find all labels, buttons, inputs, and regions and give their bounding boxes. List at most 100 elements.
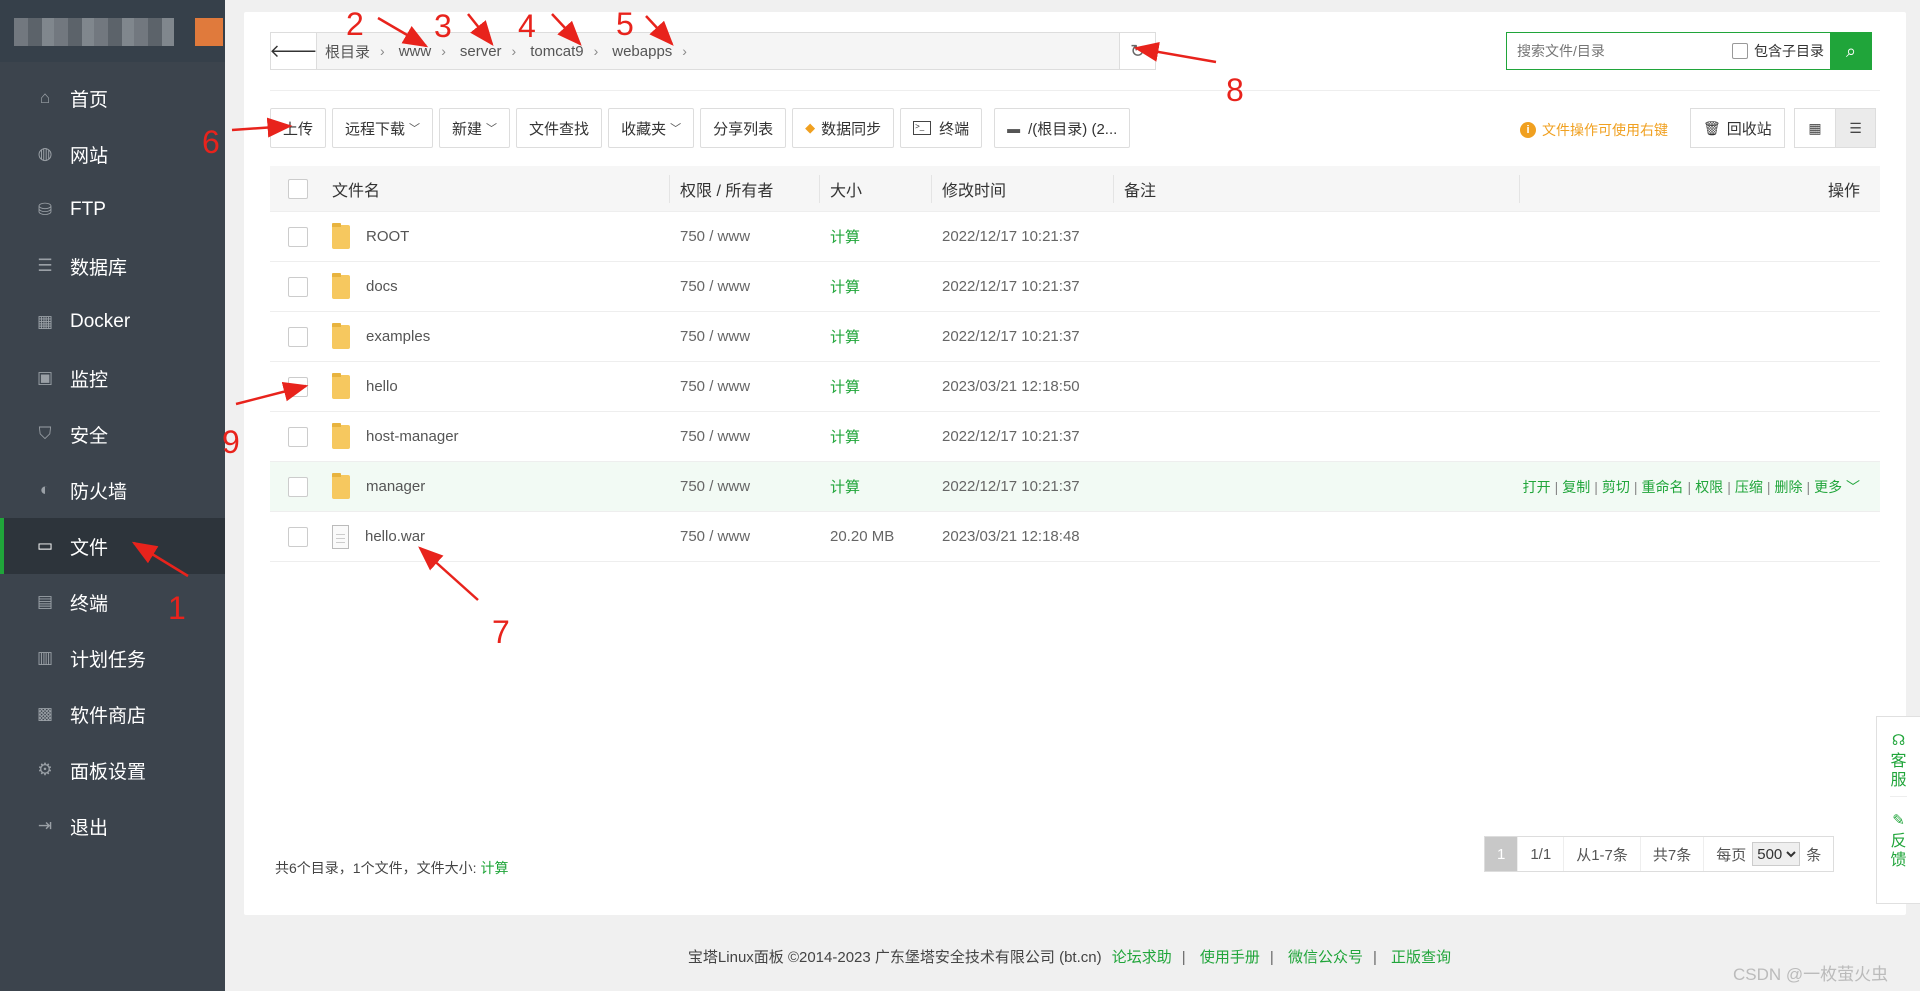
calc-size-link[interactable]: 计算 bbox=[480, 860, 508, 876]
sidebar-item-settings[interactable]: ⚙ 面板设置 bbox=[0, 742, 225, 798]
data-sync-button[interactable]: ◆ 数据同步 bbox=[792, 108, 895, 148]
summary-text: 共6个目录，1个文件，文件大小: bbox=[275, 860, 477, 876]
new-button[interactable]: 新建 ﹀ bbox=[439, 108, 511, 148]
perm-cell[interactable]: 750 / www bbox=[670, 328, 820, 345]
perm-cell[interactable]: 750 / www bbox=[670, 378, 820, 395]
sidebar-item-website[interactable]: ◍ 网站 bbox=[0, 126, 225, 182]
disk-path-button[interactable]: ▬ /(根目录) (2... bbox=[994, 108, 1131, 148]
perm-cell[interactable]: 750 / www bbox=[670, 528, 820, 545]
forum-link[interactable]: 论坛求助 bbox=[1112, 949, 1172, 966]
sidebar-item-security[interactable]: ⛉ 安全 bbox=[0, 406, 225, 462]
table-row[interactable]: host-manager 750 / www 计算 2022/12/17 10:21:… bbox=[270, 412, 1880, 462]
row-op-link[interactable]: 重命名 bbox=[1642, 479, 1684, 495]
row-op-link[interactable]: 删除 bbox=[1774, 479, 1802, 495]
size-cell[interactable]: 计算 bbox=[820, 476, 932, 497]
list-view-button[interactable]: ☰ bbox=[1835, 109, 1875, 147]
perm-cell[interactable]: 750 / www bbox=[670, 478, 820, 495]
perm-cell[interactable]: 750 / www bbox=[670, 228, 820, 245]
terminal-button[interactable]: >_ 终端 bbox=[900, 108, 983, 148]
sidebar-item-cron[interactable]: ▥ 计划任务 bbox=[0, 630, 225, 686]
file-name[interactable]: hello.war bbox=[365, 528, 425, 545]
row-checkbox[interactable] bbox=[288, 276, 308, 297]
size-cell[interactable]: 计算 bbox=[820, 276, 932, 297]
sidebar-item-terminal[interactable]: ▤ 终端 bbox=[0, 574, 225, 630]
row-op-link[interactable]: 复制 bbox=[1562, 479, 1590, 495]
sidebar-item-store[interactable]: ▩ 软件商店 bbox=[0, 686, 225, 742]
size-cell[interactable]: 计算 bbox=[820, 426, 932, 447]
sidebar-item-firewall[interactable]: ◐ 防火墙 bbox=[0, 462, 225, 518]
table-row[interactable]: manager 750 / www 计算 2022/12/17 10:21:37 打开 |… bbox=[270, 462, 1880, 512]
header-name[interactable]: 文件名 bbox=[326, 174, 670, 203]
perm-cell[interactable]: 750 / www bbox=[670, 428, 820, 445]
breadcrumb-item[interactable]: www bbox=[399, 43, 432, 60]
perm-cell[interactable]: 750 / www bbox=[670, 278, 820, 295]
file-name[interactable]: hello bbox=[366, 378, 398, 395]
row-op-link[interactable]: 打开 bbox=[1523, 479, 1551, 495]
time-cell: 2022/12/17 10:21:37 bbox=[942, 278, 1080, 295]
row-op-link[interactable]: 剪切 bbox=[1602, 479, 1630, 495]
favorites-button[interactable]: 收藏夹 ﹀ bbox=[608, 108, 695, 148]
size-cell[interactable]: 计算 bbox=[820, 376, 932, 397]
checkbox[interactable] bbox=[1732, 43, 1748, 59]
breadcrumb-item[interactable]: 根目录 bbox=[325, 41, 370, 62]
refresh-button[interactable]: ↻ bbox=[1119, 33, 1155, 69]
breadcrumb-item[interactable]: webapps bbox=[612, 43, 672, 60]
size-cell[interactable]: 计算 bbox=[820, 326, 932, 347]
sidebar-item-ftp[interactable]: ⛁ FTP bbox=[0, 182, 225, 238]
sidebar-item-docker[interactable]: ▦ Docker bbox=[0, 294, 225, 350]
license-check-link[interactable]: 正版查询 bbox=[1391, 949, 1451, 966]
table-row[interactable]: examples 750 / www 计算 2022/12/17 10:21:37 bbox=[270, 312, 1880, 362]
per-page-select[interactable]: 500 bbox=[1752, 842, 1801, 866]
row-op-link[interactable]: 压缩 bbox=[1735, 479, 1763, 495]
table-row[interactable]: docs 750 / www 计算 2022/12/17 10:21:37 bbox=[270, 262, 1880, 312]
table-row[interactable]: hello.war 750 / www 20.20 MB 2023/03/21 12:… bbox=[270, 512, 1880, 562]
table-row[interactable]: hello 750 / www 计算 2023/03/21 12:18:50 bbox=[270, 362, 1880, 412]
sidebar-item-label: 终端 bbox=[70, 593, 109, 615]
table-row[interactable]: ROOT 750 / www 计算 2022/12/17 10:21:37 bbox=[270, 212, 1880, 262]
file-name[interactable]: manager bbox=[366, 478, 425, 495]
search-icon: ⌕ bbox=[1845, 40, 1857, 61]
row-check-cell bbox=[270, 276, 326, 297]
file-name[interactable]: examples bbox=[366, 328, 430, 345]
share-list-button[interactable]: 分享列表 bbox=[700, 108, 787, 148]
wechat-link[interactable]: 微信公众号 bbox=[1288, 949, 1363, 966]
row-checkbox[interactable] bbox=[288, 326, 308, 347]
file-name[interactable]: docs bbox=[366, 278, 398, 295]
breadcrumb-item[interactable]: tomcat9 bbox=[530, 43, 583, 60]
file-name[interactable]: ROOT bbox=[366, 228, 409, 245]
back-button[interactable]: 🡐 bbox=[269, 33, 318, 69]
recycle-bin-button[interactable]: 🗑 回收站 bbox=[1690, 108, 1785, 148]
search-input[interactable] bbox=[1507, 33, 1732, 69]
manual-link[interactable]: 使用手册 bbox=[1200, 949, 1260, 966]
header-perm[interactable]: 权限 / 所有者 bbox=[670, 174, 820, 203]
sidebar-item-monitor[interactable]: ▣ 监控 bbox=[0, 350, 225, 406]
sidebar-item-files[interactable]: ▭ 文件 bbox=[0, 518, 225, 574]
upload-button[interactable]: 上传 bbox=[270, 108, 327, 148]
search-button[interactable]: ⌕ bbox=[1830, 32, 1872, 70]
file-name[interactable]: host-manager bbox=[366, 428, 459, 445]
find-file-button[interactable]: 文件查找 bbox=[516, 108, 603, 148]
row-checkbox[interactable] bbox=[288, 426, 308, 447]
sidebar-item-logout[interactable]: ⇥ 退出 bbox=[0, 798, 225, 854]
annotation-number: 4 bbox=[518, 8, 536, 44]
include-subdir-checkbox[interactable]: 包含子目录 bbox=[1732, 41, 1824, 61]
grid-view-button[interactable]: ▦ bbox=[1795, 109, 1835, 147]
row-check-cell bbox=[270, 426, 326, 447]
select-all-checkbox[interactable] bbox=[288, 178, 308, 199]
sidebar-item-database[interactable]: ☰ 数据库 bbox=[0, 238, 225, 294]
feedback-button[interactable]: ✎ 反馈 bbox=[1890, 796, 1907, 876]
row-checkbox[interactable] bbox=[288, 376, 308, 397]
sidebar-item-home[interactable]: ⌂ 首页 bbox=[0, 70, 225, 126]
customer-service-button[interactable]: ☊ 客服 bbox=[1890, 717, 1906, 796]
size-cell[interactable]: 计算 bbox=[820, 226, 932, 247]
row-op-link[interactable]: 更多 bbox=[1814, 479, 1842, 495]
row-op-link[interactable]: 权限 bbox=[1695, 479, 1723, 495]
header-time[interactable]: 修改时间 bbox=[932, 174, 1114, 203]
row-checkbox[interactable] bbox=[288, 476, 308, 497]
breadcrumb-item[interactable]: server bbox=[460, 43, 502, 60]
row-checkbox[interactable] bbox=[288, 526, 308, 547]
header-size[interactable]: 大小 bbox=[820, 174, 932, 203]
current-page[interactable]: 1 bbox=[1485, 837, 1519, 871]
remote-download-button[interactable]: 远程下载 ﹀ bbox=[332, 108, 434, 148]
row-checkbox[interactable] bbox=[288, 226, 308, 247]
